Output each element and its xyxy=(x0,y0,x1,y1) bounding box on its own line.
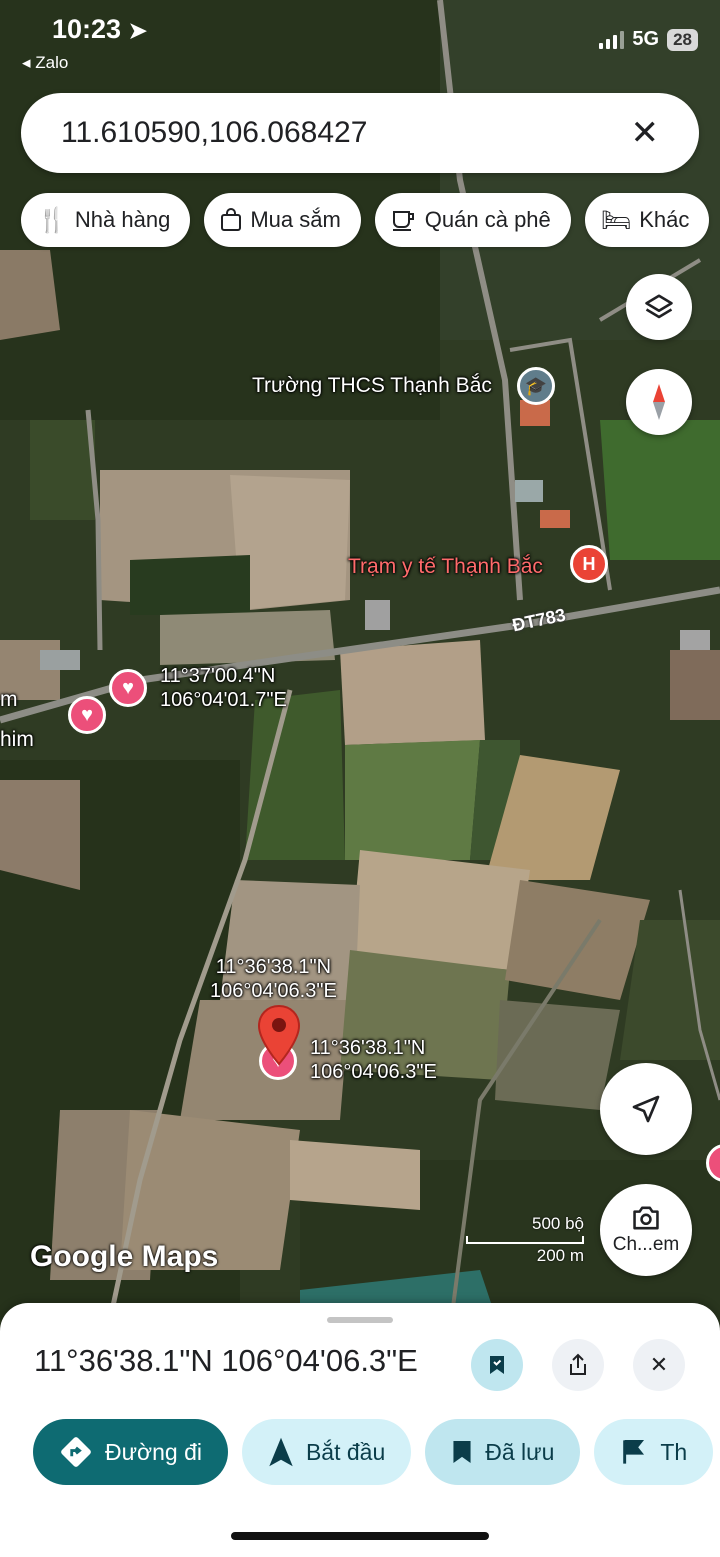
saved-label: Đã lưu xyxy=(485,1438,555,1465)
hospital-icon[interactable]: H xyxy=(570,545,608,583)
my-location-button[interactable] xyxy=(600,1063,692,1155)
label-button[interactable]: Th xyxy=(594,1419,714,1485)
start-button[interactable]: Bắt đầu xyxy=(241,1419,412,1485)
shopping-bag-icon xyxy=(221,208,242,231)
saved-button[interactable]: Đã lưu xyxy=(425,1419,581,1485)
status-indicators: 5G 28 xyxy=(599,28,698,51)
save-button[interactable] xyxy=(471,1339,523,1391)
share-icon xyxy=(570,1353,586,1375)
navigation-arrow-icon xyxy=(632,1095,660,1123)
clinic-label[interactable]: Trạm y tế Thạnh Bắc xyxy=(348,555,543,579)
location-pin-icon[interactable] xyxy=(256,1004,302,1068)
saved-pin-lat: 11°37'00.4"N xyxy=(160,665,276,687)
edge-label-bottom: him xyxy=(0,728,34,751)
time-text: 10:23 xyxy=(52,14,122,44)
share-button[interactable] xyxy=(552,1339,604,1391)
flag-icon xyxy=(623,1440,645,1464)
chip-shopping[interactable]: Mua sắm xyxy=(204,193,361,247)
compass-icon xyxy=(653,384,665,420)
chip-label: Quán cà phê xyxy=(424,207,551,232)
place-title: 11°36'38.1"N 106°04'06.3"E xyxy=(34,1343,418,1378)
back-app-label: Zalo xyxy=(35,53,69,72)
signal-icon xyxy=(599,30,625,49)
camera-search-label: Ch...em xyxy=(612,1234,680,1255)
edge-label-top: m xyxy=(0,688,18,711)
compass-button[interactable] xyxy=(626,369,692,435)
close-icon[interactable]: ✕ xyxy=(631,113,660,153)
category-chips: 🍴 Nhà hàng Mua sắm Quán cà phê 🛏 Khác xyxy=(21,193,710,247)
marker-lng: 106°04'06.3"E xyxy=(210,980,337,1002)
marker-lng: 106°04'06.3"E xyxy=(310,1061,437,1083)
chip-coffee[interactable]: Quán cà phê xyxy=(374,193,571,247)
scale-bar xyxy=(466,1236,584,1244)
sheet-drag-handle[interactable] xyxy=(327,1317,393,1323)
scale-imperial: 500 bộ xyxy=(532,1214,584,1233)
close-sheet-button[interactable]: ✕ xyxy=(633,1339,685,1391)
directions-icon xyxy=(61,1437,91,1467)
school-label[interactable]: Trường THCS Thạnh Bắc xyxy=(252,374,492,398)
home-indicator xyxy=(231,1532,489,1540)
battery-icon: 28 xyxy=(667,28,698,51)
directions-button[interactable]: Đường đi xyxy=(33,1419,228,1485)
restaurant-icon: 🍴 xyxy=(37,206,67,234)
saved-heart-icon[interactable]: ♥ xyxy=(68,696,106,734)
google-maps-logo: Google Maps xyxy=(30,1240,219,1273)
saved-pin-lng: 106°04'01.7"E xyxy=(160,689,287,711)
place-bottom-sheet[interactable]: 11°36'38.1"N 106°04'06.3"E ✕ Đường đi Bắ… xyxy=(0,1303,720,1557)
chip-hotels[interactable]: 🛏 Khác xyxy=(584,193,710,247)
marker-lat: 11°36'38.1"N xyxy=(215,956,332,978)
action-buttons: Đường đi Bắt đầu Đã lưu Th xyxy=(33,1419,714,1485)
bookmark-icon xyxy=(453,1441,471,1463)
saved-pin-coords: 11°37'00.4"N 106°04'01.7"E xyxy=(160,664,287,712)
start-label: Bắt đầu xyxy=(305,1438,386,1465)
navigation-icon xyxy=(269,1437,293,1467)
chip-label: Khác xyxy=(639,207,690,232)
search-input[interactable]: 11.610590,106.068427 xyxy=(61,116,631,150)
directions-label: Đường đi xyxy=(105,1438,202,1465)
chip-label: Mua sắm xyxy=(250,207,341,232)
search-bar[interactable]: 11.610590,106.068427 ✕ xyxy=(21,93,699,173)
layers-icon xyxy=(645,294,673,319)
camera-search-button[interactable]: Ch...em xyxy=(600,1184,692,1276)
layers-button[interactable] xyxy=(626,274,692,340)
marker-coords-right: 11°36'38.1"N 106°04'06.3"E xyxy=(310,1036,437,1084)
chip-restaurants[interactable]: 🍴 Nhà hàng xyxy=(21,193,191,247)
close-icon: ✕ xyxy=(649,1352,669,1377)
chip-label: Nhà hàng xyxy=(74,207,171,232)
bed-icon: 🛏 xyxy=(600,206,632,234)
marker-coords-above: 11°36'38.1"N 106°04'06.3"E xyxy=(210,955,337,1003)
network-type: 5G xyxy=(632,28,660,50)
scale-metric: 200 m xyxy=(536,1246,584,1265)
bookmark-icon xyxy=(490,1356,504,1374)
label-text: Th xyxy=(660,1438,688,1465)
location-arrow-icon: ➤ xyxy=(128,18,148,43)
coffee-icon xyxy=(392,211,414,231)
status-time: 10:23 ➤ xyxy=(52,14,147,45)
map-scale: 500 bộ 200 m xyxy=(466,1214,584,1266)
marker-lat: 11°36'38.1"N xyxy=(310,1037,426,1059)
back-to-app[interactable]: ◂ Zalo xyxy=(22,53,68,73)
school-icon[interactable]: 🎓 xyxy=(517,367,555,405)
saved-heart-icon[interactable]: ♥ xyxy=(109,669,147,707)
camera-icon xyxy=(633,1206,659,1230)
